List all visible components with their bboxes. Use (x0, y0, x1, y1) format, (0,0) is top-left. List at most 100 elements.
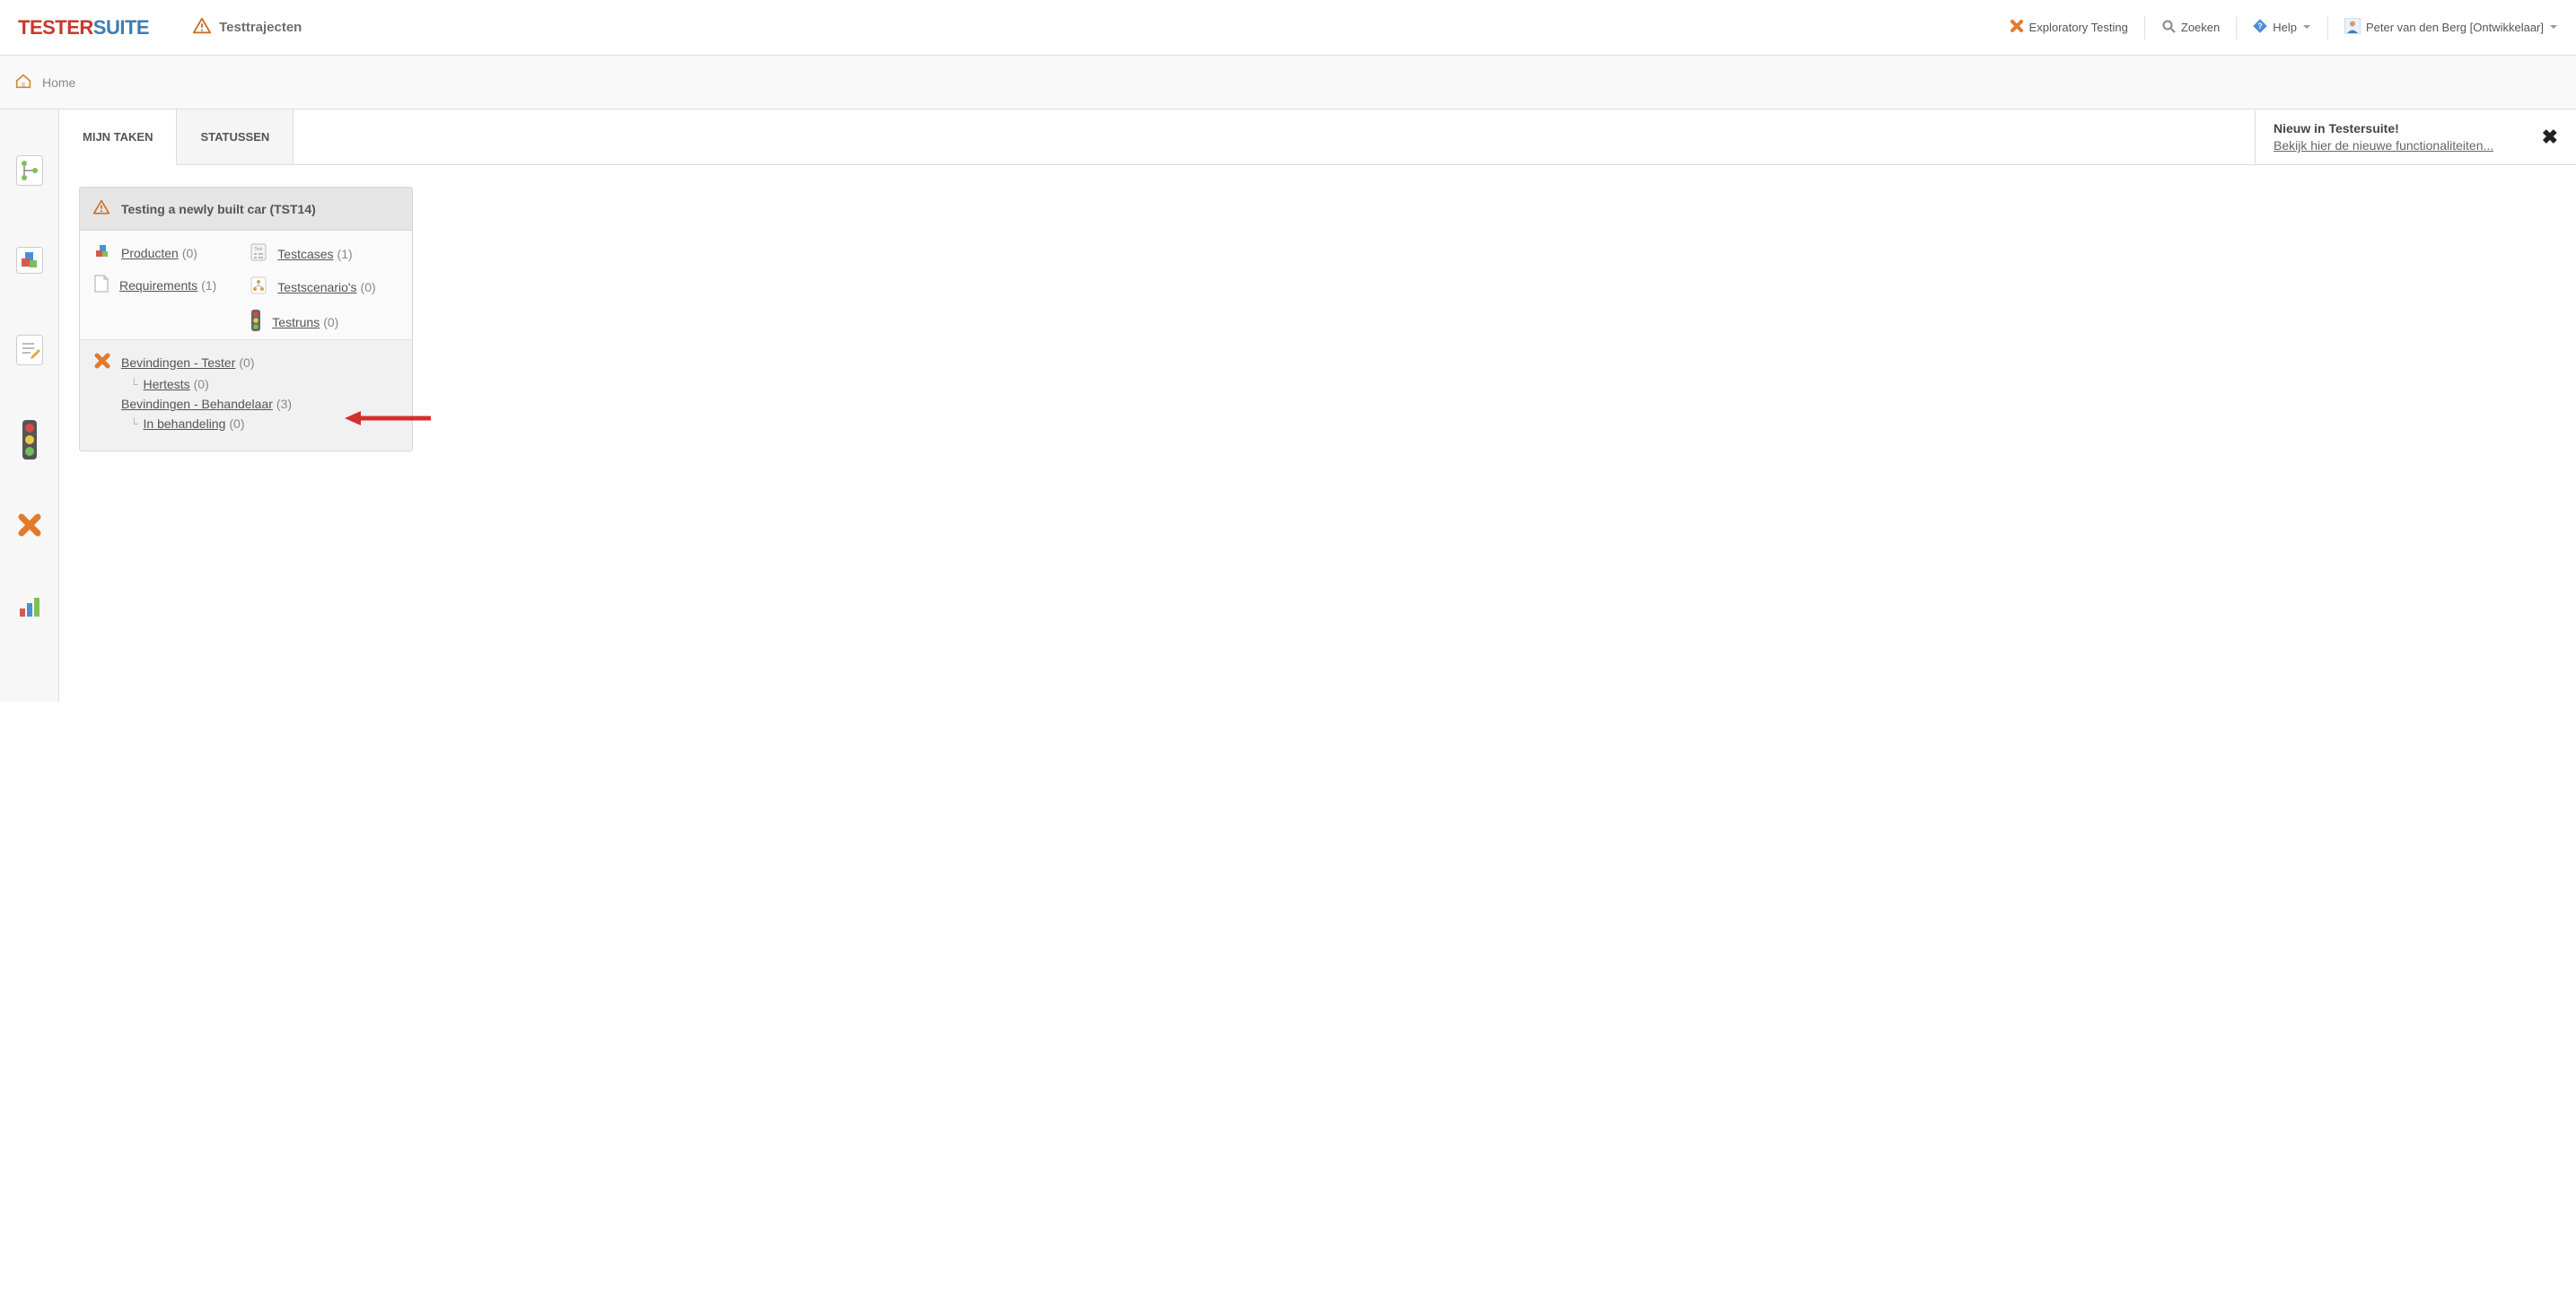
link-count: (0) (229, 416, 244, 431)
page-icon (94, 275, 109, 295)
notice-text: Nieuw in Testersuite! Bekijk hier de nie… (2274, 121, 2493, 153)
main-layout: MIJN TAKEN STATUSSEN Nieuw in Testersuit… (0, 109, 2576, 702)
nav-user-label: Peter van den Berg [Ontwikkelaar] (2366, 21, 2544, 34)
task-panel: Testing a newly built car (TST14) Produc… (79, 187, 413, 451)
tab-statussen[interactable]: STATUSSEN (177, 109, 294, 164)
traffic-light-small-icon (250, 310, 261, 334)
search-icon (2161, 19, 2176, 36)
link-row: Testcases (1) (277, 247, 352, 261)
link-testscenarios: Testscenario's(0) (250, 276, 375, 297)
section-testtrajecten[interactable]: Testtrajecten (192, 16, 302, 39)
link-label[interactable]: Hertests (144, 377, 190, 391)
link-count: (0) (239, 355, 254, 370)
link-label[interactable]: Testruns (272, 315, 320, 329)
tab-mijn-taken[interactable]: MIJN TAKEN (59, 109, 177, 165)
link-count: (1) (201, 278, 216, 293)
link-count: (0) (194, 377, 209, 391)
link-row: Bevindingen - Tester (0) (121, 355, 255, 370)
row-in-behandeling: └ In behandeling(0) (130, 416, 398, 431)
warning-triangle-icon (92, 198, 110, 219)
link-label[interactable]: Bevindingen - Behandelaar (121, 397, 273, 411)
separator (2144, 16, 2145, 39)
sidebar-item-document[interactable] (0, 305, 58, 395)
link-testruns: Testruns(0) (250, 310, 375, 334)
warning-triangle-icon (192, 16, 212, 39)
link-label[interactable]: Testcases (277, 247, 333, 261)
home-icon[interactable] (13, 71, 33, 93)
breadcrumb-home[interactable]: Home (42, 75, 75, 90)
nav-help-label: Help (2273, 21, 2297, 34)
tab-label: MIJN TAKEN (83, 130, 153, 144)
row-bevindingen-tester: Bevindingen - Tester (0) (94, 353, 398, 372)
sidebar-item-chart[interactable] (0, 565, 58, 646)
section-label: Testtrajecten (219, 20, 302, 35)
bar-chart-icon (16, 592, 43, 619)
row-bevindingen-behandelaar: Bevindingen - Behandelaar(3) (121, 397, 398, 411)
nav-help[interactable]: ? Help (2253, 19, 2311, 36)
link-count: (3) (276, 397, 292, 411)
row-hertests: └ Hertests (0) (130, 377, 398, 391)
link-testcases: Test Testcases (1) (250, 243, 375, 264)
link-label[interactable]: Requirements (119, 278, 197, 293)
link-row: Hertests (0) (144, 377, 209, 391)
main-area: MIJN TAKEN STATUSSEN Nieuw in Testersuit… (59, 109, 2576, 702)
x-orange-icon (94, 353, 110, 372)
breadcrumb-bar: Home (0, 56, 2576, 109)
svg-text:Test: Test (255, 247, 264, 252)
separator (2327, 16, 2328, 39)
x-orange-large-icon (16, 512, 43, 539)
blocks-small-icon (94, 243, 110, 262)
tabs-row: MIJN TAKEN STATUSSEN Nieuw in Testersuit… (59, 109, 2576, 165)
task-panel-findings: Bevindingen - Tester (0) └ Hertests (0) Be… (80, 340, 412, 451)
task-col-1: Producten(0) Requirements (1) (94, 243, 216, 334)
tree-branch-icon: └ (130, 378, 138, 390)
blocks-icon (16, 247, 43, 274)
traffic-light-icon (21, 420, 39, 460)
app-logo[interactable]: TESTERSUITE (18, 16, 149, 39)
sidebar (0, 109, 59, 702)
sidebar-item-hierarchy[interactable] (0, 126, 58, 215)
chevron-down-icon (2549, 21, 2558, 34)
document-edit-icon (16, 335, 43, 365)
link-row: Producten(0) (121, 246, 197, 260)
notice-close-button[interactable]: ✖ (2542, 126, 2558, 149)
separator (2236, 16, 2237, 39)
logo-part-2: SUITE (93, 16, 149, 39)
link-row: Testscenario's(0) (277, 280, 375, 294)
link-count: (1) (337, 247, 353, 261)
link-label[interactable]: Testscenario's (277, 280, 356, 294)
nav-search-label: Zoeken (2181, 21, 2220, 34)
nav-user-menu[interactable]: Peter van den Berg [Ontwikkelaar] (2344, 18, 2558, 37)
link-label[interactable]: In behandeling (144, 416, 226, 431)
test-sheet-icon: Test (250, 243, 267, 264)
close-icon: ✖ (2542, 126, 2558, 148)
nav-search[interactable]: Zoeken (2161, 19, 2220, 36)
link-label[interactable]: Producten (121, 246, 179, 260)
task-panel-header: Testing a newly built car (TST14) (80, 188, 412, 231)
link-count: (0) (182, 246, 197, 260)
user-avatar-icon (2344, 18, 2361, 37)
tab-label: STATUSSEN (200, 130, 269, 144)
chevron-down-icon (2302, 21, 2311, 34)
tree-branch-icon: └ (130, 417, 138, 430)
scenario-tree-icon (250, 276, 267, 297)
svg-text:?: ? (2258, 22, 2264, 31)
hierarchy-icon (16, 155, 43, 186)
header-right: Exploratory Testing Zoeken ? Help Peter … (2010, 16, 2558, 39)
link-row: Testruns(0) (272, 315, 338, 329)
sidebar-item-x[interactable] (0, 485, 58, 565)
task-panel-body: Producten(0) Requirements (1) Test (80, 231, 412, 340)
x-orange-icon (2010, 19, 2024, 36)
link-requirements: Requirements (1) (94, 275, 216, 295)
link-label[interactable]: Bevindingen - Tester (121, 355, 235, 370)
sidebar-item-blocks[interactable] (0, 215, 58, 305)
nav-exploratory-testing[interactable]: Exploratory Testing (2010, 19, 2128, 36)
notice-title: Nieuw in Testersuite! (2274, 121, 2493, 136)
whats-new-notice: Nieuw in Testersuite! Bekijk hier de nie… (2255, 109, 2576, 164)
nav-exploratory-label: Exploratory Testing (2029, 21, 2128, 34)
link-row: Bevindingen - Behandelaar(3) (121, 397, 292, 411)
link-row: Requirements (1) (119, 278, 216, 293)
sidebar-item-trafficlight[interactable] (0, 395, 58, 485)
task-panel-title: Testing a newly built car (TST14) (121, 202, 316, 216)
notice-link[interactable]: Bekijk hier de nieuwe functionaliteiten.… (2274, 138, 2493, 153)
